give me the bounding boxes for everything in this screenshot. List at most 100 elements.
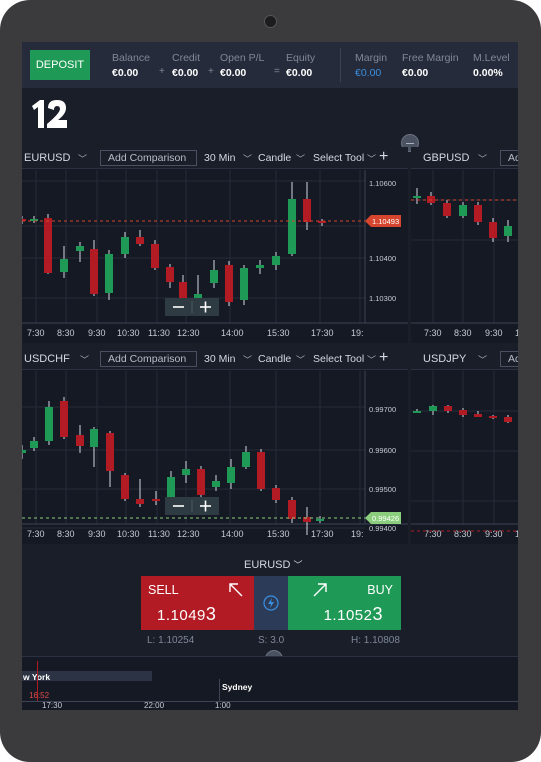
select-tool-select[interactable]: Select Tool [313,353,364,365]
session-divider [219,679,220,701]
sell-label: SELL [148,583,179,597]
trade-panel: EURUSD ﹀ SELL 1.10493 BUY 1.10523 L: 1.1… [22,552,518,662]
bullish-candle [316,519,324,521]
bearish-candle [303,199,311,222]
interval-select[interactable]: 30 Min [204,353,236,365]
free-margin-stat: Free Margin €0.00 [402,52,459,79]
select-tool-select[interactable]: Select Tool [313,152,364,164]
add-icon[interactable]: + [379,148,388,166]
add-comparison-input[interactable]: Add Comparison [100,351,197,367]
bearish-candle [44,218,52,273]
bearish-candle [106,433,114,471]
time-tick-label: 8:30 [454,529,472,539]
camera-icon [264,15,277,28]
gbpusd-chart-panel: GBPUSD ﹀ Ad 7:308:309:3010:3011:30 [411,147,518,343]
bearish-candle [76,435,84,446]
bullish-candle [121,237,129,254]
chevron-down-icon[interactable]: ﹀ [478,152,487,165]
bearish-candle [166,267,174,282]
bearish-candle [136,499,144,504]
add-comparison-input[interactable]: Add Comparison [100,150,197,166]
time-tick-label: 10:30 [117,328,140,338]
usdjpy-candle-chart[interactable]: 7:308:309:3010:3011:30 [411,371,518,544]
bullish-candle [242,452,250,467]
low-price: L: 1.10254 [147,635,195,646]
app-screen: DEPOSIT Balance €0.00 + Credit €0.00 + O… [22,42,518,710]
sell-button[interactable]: SELL 1.10493 [141,576,254,630]
timeline-axis [22,701,518,702]
balance-stat: Balance €0.00 [112,52,150,79]
chevron-down-icon[interactable]: ﹀ [296,152,305,165]
symbol-select[interactable]: USDJPY [423,353,466,365]
bearish-candle [152,499,160,501]
one-click-trading-toggle[interactable] [254,576,288,630]
chevron-down-icon: ﹀ [293,560,303,570]
time-tick-label: 14:00 [221,529,244,539]
bullish-candle [90,429,98,447]
usdchf-candle-chart[interactable]: 7:30 8:30 9:30 10:30 11:30 12:30 14:00 15:30 17:… [22,371,408,544]
bullish-candle [288,199,296,254]
trade-pair-select[interactable]: EURUSD ﹀ [244,558,303,571]
chevron-down-icon[interactable]: ﹀ [367,152,376,165]
time-tick-label: 17:30 [311,328,334,338]
chart-type-select[interactable]: Candle [258,353,291,365]
price-tick-label: 0.99700 [369,405,396,414]
time-tick-label: 9:30 [88,529,106,539]
bullish-candle [256,265,264,268]
zoom-controls[interactable] [165,497,219,515]
time-tick-label: 14:00 [221,328,244,338]
buy-price: 1.10523 [324,604,383,625]
time-tick-label: 7:30 [424,529,442,539]
chevron-down-icon[interactable]: ﹀ [80,353,89,366]
chevron-down-icon[interactable]: ﹀ [78,152,87,165]
equity-label: Equity [286,52,316,64]
zoom-controls[interactable] [165,298,219,316]
symbol-select[interactable]: USDCHF [24,353,70,365]
price-tick-label: 1.10300 [369,294,396,303]
chart-toolbar: USDCHF ﹀ Add Comparison 30 Min ﹀ Candle … [22,348,408,370]
timeline-tick: 17:30 [42,701,63,710]
bearish-candle [489,222,497,238]
divider [340,48,341,82]
equity-stat: Equity €0.00 [286,52,315,79]
buy-button[interactable]: BUY 1.10523 [288,576,401,630]
usdchf-chart-panel: USDCHF ﹀ Add Comparison 30 Min ﹀ Candle … [22,348,408,544]
time-tick-label: 11:30 [148,328,170,338]
margin-label: Margin [355,52,388,64]
add-comparison-input[interactable]: Ad [500,150,518,166]
chevron-down-icon[interactable]: ﹀ [296,353,305,366]
chart-type-select[interactable]: Candle [258,152,291,164]
deposit-button[interactable]: DEPOSIT [30,50,90,80]
price-tick-label: 1.10600 [369,179,396,188]
time-tick-label: 12:30 [177,529,200,539]
time-tick-label: 8:30 [57,529,75,539]
symbol-select[interactable]: EURUSD [24,152,70,164]
chevron-down-icon[interactable]: ﹀ [478,353,487,366]
margin-stat: Margin €0.00 [355,52,387,79]
lightning-icon [263,595,279,611]
gbpusd-candle-chart[interactable]: 7:308:309:3010:3011:30 [411,170,518,343]
bullish-candle [459,205,467,216]
arrow-down-left-icon [229,583,243,597]
plus-operator: + [208,66,214,77]
time-tick-label: 15:30 [267,529,290,539]
sydney-session-label: Sydney [222,682,253,692]
add-comparison-input[interactable]: Ad [500,351,518,367]
bullish-candle [105,254,113,293]
margin-level-label: M.Level [473,52,510,64]
chart-background [411,170,518,343]
bearish-candle [136,237,144,244]
eurusd-candle-chart[interactable]: 7:30 8:30 9:30 10:30 11:30 12:30 14:00 15:30 17:… [22,170,408,343]
market-sessions-timeline[interactable]: w York Sydney 16:52 17:30 22:00 1:00 [22,656,518,710]
credit-value: €0.00 [172,67,199,79]
open-pl-label: Open P/L [220,52,265,64]
time-tick-label: 9:30 [485,529,503,539]
add-icon[interactable]: + [379,349,388,367]
chevron-down-icon[interactable]: ﹀ [243,353,252,366]
credit-label: Credit [172,52,201,64]
chevron-down-icon[interactable]: ﹀ [367,353,376,366]
bearish-candle [121,475,129,499]
symbol-select[interactable]: GBPUSD [423,152,469,164]
interval-select[interactable]: 30 Min [204,152,236,164]
chevron-down-icon[interactable]: ﹀ [243,152,252,165]
